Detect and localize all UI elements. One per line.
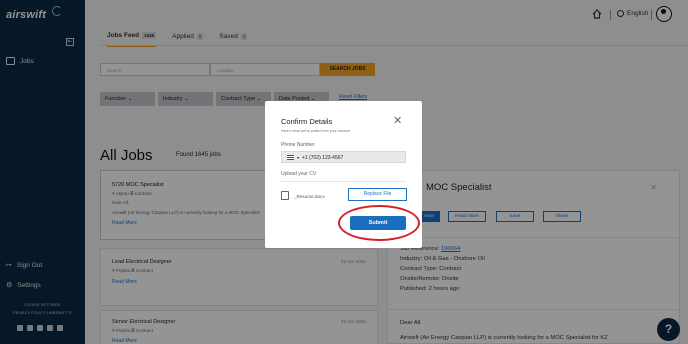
close-icon[interactable]: ✕: [393, 116, 402, 127]
replace-file-button[interactable]: Replace File: [348, 188, 407, 201]
phone-field[interactable]: ▾ +1 (702) 123-4567: [281, 151, 406, 163]
phone-label: Phone Number: [281, 142, 315, 148]
chevron-down-icon: ▾: [297, 155, 300, 160]
divider: [281, 181, 406, 182]
cv-label: Upload your CV: [281, 171, 317, 177]
modal-title: Confirm Details: [281, 117, 333, 126]
modal-subtitle: Here's what we've pulled from your accou…: [281, 129, 351, 133]
us-flag-icon: [287, 155, 294, 160]
cv-file-name: _Resume.docx: [294, 194, 325, 199]
highlight-annotation: [338, 205, 420, 241]
document-icon: [281, 191, 289, 200]
phone-value: +1 (702) 123-4567: [302, 155, 344, 161]
